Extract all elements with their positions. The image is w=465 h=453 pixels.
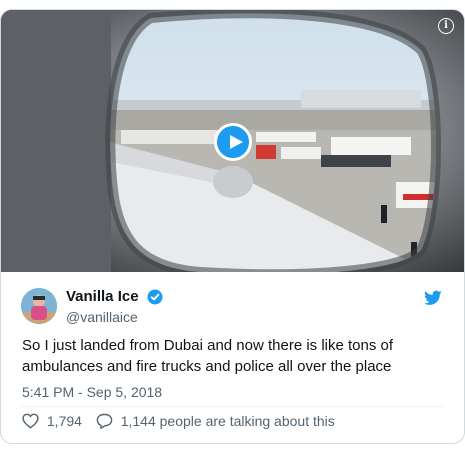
display-name[interactable]: Vanilla Ice: [66, 288, 139, 305]
divider: [21, 406, 444, 407]
play-icon[interactable]: [214, 123, 252, 161]
verified-badge-icon: [147, 289, 163, 305]
tweet-video[interactable]: i: [1, 10, 464, 272]
tweet-header: Vanilla Ice @vanillaice: [1, 272, 464, 332]
info-icon[interactable]: i: [438, 18, 454, 34]
avatar[interactable]: [21, 288, 57, 324]
tweet-text: So I just landed from Dubai and now ther…: [22, 337, 394, 375]
conversation-link[interactable]: 1,144 people are talking about this: [121, 413, 335, 429]
handle[interactable]: @vanillaice: [66, 309, 163, 325]
twitter-bird-icon[interactable]: [424, 290, 442, 306]
reply-bubble-icon[interactable]: [96, 413, 113, 430]
author-names[interactable]: Vanilla Ice @vanillaice: [66, 288, 163, 325]
tweet-actions: 1,794 1,144 people are talking about thi…: [22, 412, 335, 429]
like-count[interactable]: 1,794: [47, 413, 82, 429]
embedded-tweet-card[interactable]: i Vanilla Ice @vanillaice So I just land…: [0, 9, 465, 444]
heart-icon[interactable]: [22, 413, 39, 429]
tweet-timestamp[interactable]: 5:41 PM - Sep 5, 2018: [22, 384, 162, 400]
